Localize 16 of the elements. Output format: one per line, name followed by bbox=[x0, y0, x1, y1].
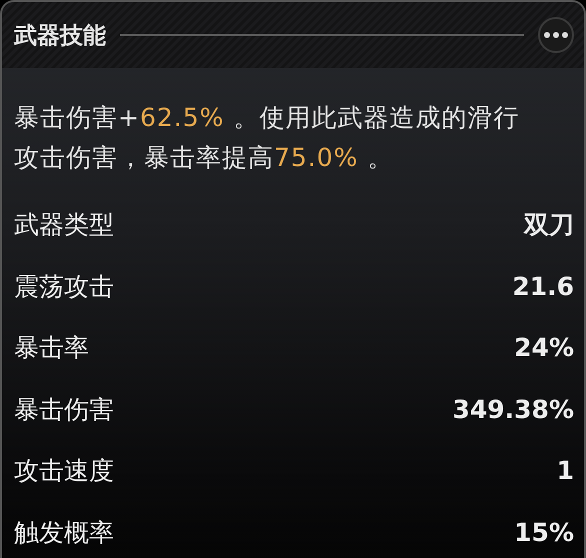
more-button[interactable] bbox=[538, 17, 574, 53]
skill-description: 暴击伤害+62.5% 。使用此武器造成的滑行攻击伤害，暴击率提高75.0% 。 bbox=[14, 102, 520, 174]
stat-label: 触发概率 bbox=[14, 516, 114, 549]
stat-value: 双刀 bbox=[524, 209, 574, 242]
stat-value: 21.6 bbox=[512, 272, 574, 301]
stat-value: 24% bbox=[514, 333, 574, 362]
more-icon bbox=[543, 31, 569, 39]
stat-label: 震荡攻击 bbox=[14, 270, 114, 303]
stat-value: 15% bbox=[514, 518, 574, 547]
stat-label: 暴击率 bbox=[14, 332, 89, 364]
stat-label: 攻击速度 bbox=[14, 455, 114, 488]
stat-label: 暴击伤害 bbox=[14, 394, 114, 426]
stat-value: 349.38% bbox=[452, 394, 574, 424]
panel-title: 武器技能 bbox=[14, 22, 106, 50]
stat-label: 武器类型 bbox=[14, 209, 114, 242]
stat-value: 1 bbox=[556, 456, 574, 486]
